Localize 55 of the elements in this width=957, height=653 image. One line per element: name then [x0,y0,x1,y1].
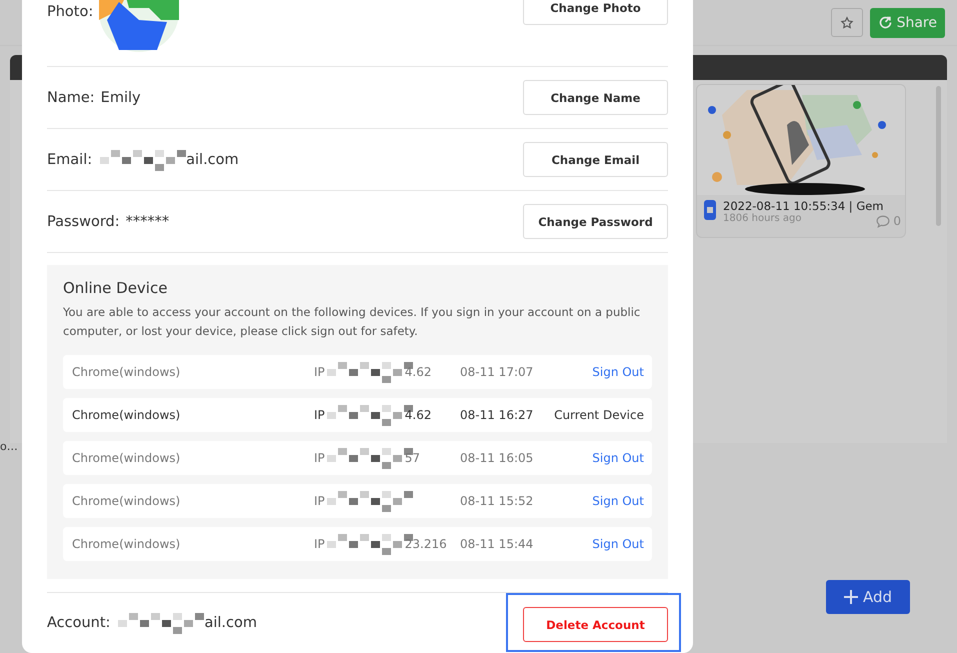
field-label: Email: [47,152,92,168]
ip-label: IP [314,537,325,551]
change-button[interactable]: Change Password [523,204,668,239]
media-card[interactable]: 2022-08-11 10:55:34 | Gem 1806 hours ago 0 [696,84,906,238]
sign-out-link[interactable]: Sign Out [592,537,644,551]
comment-icon [876,214,890,228]
change-button[interactable]: Change Email [523,142,668,177]
field-label: Password: [47,214,120,230]
device-name: Chrome(windows) [72,537,182,551]
change-button[interactable]: Change Photo [523,0,668,25]
video-icon [703,199,717,221]
sign-out-link[interactable]: Sign Out [592,365,644,379]
ip-address: 57 [404,451,420,465]
device-name: Chrome(windows) [72,408,182,422]
card-title: 2022-08-11 10:55:34 | Gem [723,199,884,213]
field-label: Account: [47,614,110,630]
ip-address: 4.62 [404,365,432,379]
ip-label: IP [314,451,325,465]
ip-label: IP [314,365,325,379]
login-time: 08-11 16:27 [460,408,534,422]
ip-address: 4.62 [404,408,432,422]
field-value: ail.com [204,614,257,630]
device-status: Current Device [554,408,644,422]
star-icon [840,16,854,30]
login-time: 08-11 15:52 [460,494,534,508]
ip-label: IP [314,494,325,508]
comment-count: 0 [893,214,901,228]
section-description: You are able to access your account on the following devices. If you sign in your account on a public computer, or lost your device, please click sign out for safety. [63,304,642,340]
section-title: Online Device [63,279,168,297]
login-time: 08-11 16:05 [460,451,534,465]
scrollbar[interactable] [936,86,941,226]
change-button[interactable]: Change Name [523,80,668,115]
device-name: Chrome(windows) [72,494,182,508]
card-time: 1806 hours ago [723,213,802,224]
plus-icon [844,590,858,604]
favorite-button[interactable] [830,8,863,37]
field-label: Name: [47,90,95,106]
sign-out-link[interactable]: Sign Out [592,451,644,465]
share-button[interactable]: Share [870,8,945,38]
field-value: Emily [100,90,141,106]
add-button[interactable]: Add [826,580,910,614]
share-icon [878,15,893,30]
login-time: 08-11 17:07 [460,365,534,379]
field-value: ****** [126,214,170,230]
device-name: Chrome(windows) [72,365,182,379]
avatar-logo-icon [99,0,180,52]
field-label: Photo: [47,4,94,20]
ip-label: IP [314,408,325,422]
device-name: Chrome(windows) [72,451,182,465]
login-time: 08-11 15:44 [460,537,534,551]
ip-address: 23.216 [404,537,447,551]
sign-out-link[interactable]: Sign Out [592,494,644,508]
delete-account-button[interactable]: Delete Account [523,607,668,642]
field-value: ail.com [186,152,239,168]
side-text: o… [0,440,18,453]
